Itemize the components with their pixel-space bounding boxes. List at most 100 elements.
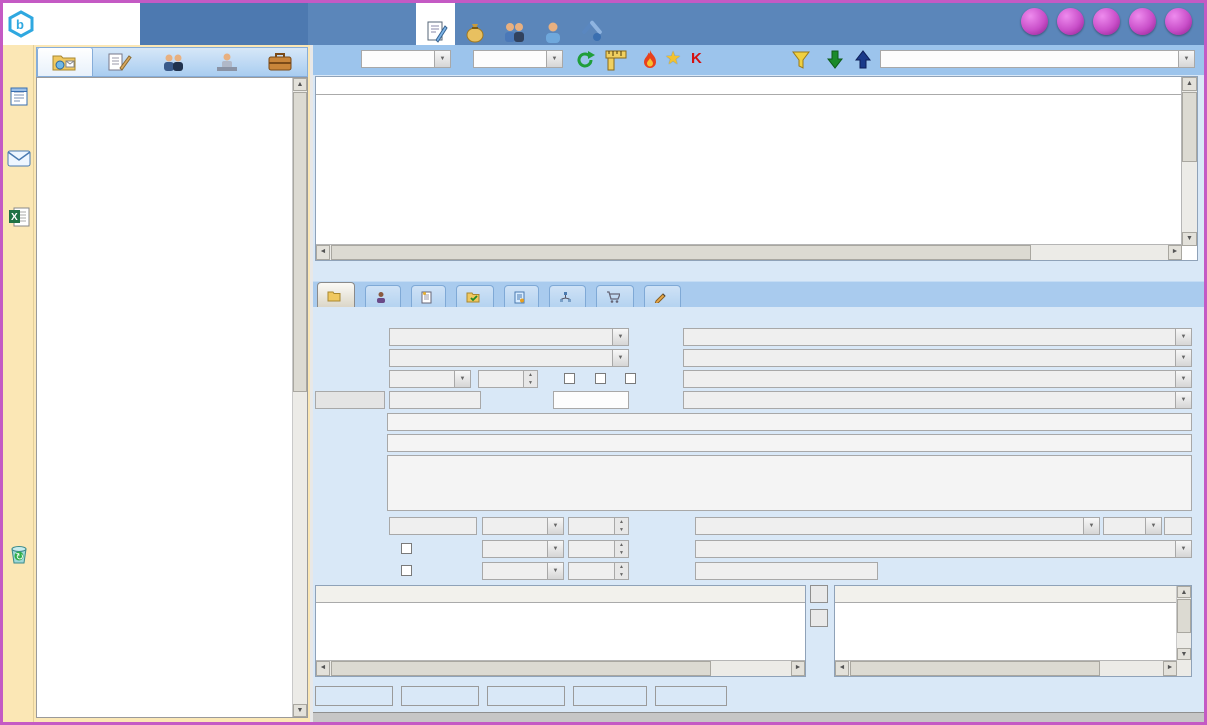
flag-p-checkbox[interactable] [595, 373, 606, 384]
scroll-up-arrow[interactable]: ▲ [1177, 586, 1191, 598]
scroll-thumb[interactable] [850, 661, 1100, 676]
date-from-input[interactable]: ▼ [361, 50, 451, 68]
refresh-icon[interactable] [575, 50, 595, 70]
result-time-spinner[interactable] [1164, 517, 1192, 535]
move-left-button[interactable] [810, 585, 828, 603]
tab-requests[interactable] [596, 285, 634, 308]
on-control-time-spinner[interactable]: ▲▼ [568, 540, 629, 558]
move-right-button[interactable] [810, 609, 828, 627]
on-control-checkbox[interactable] [401, 543, 412, 554]
k-filter-icon[interactable]: K [691, 50, 702, 67]
theme-field[interactable] [387, 413, 1192, 431]
scroll-thumb[interactable] [293, 92, 307, 392]
signatures-horizontal-scrollbar[interactable]: ◄ ► [316, 660, 805, 676]
stage-field[interactable] [389, 517, 477, 535]
propose-button[interactable] [315, 686, 393, 706]
scroll-down-arrow[interactable]: ▼ [1177, 648, 1191, 660]
scroll-right-arrow[interactable]: ► [1168, 245, 1182, 260]
delete-button[interactable]: ↻ [3, 543, 34, 570]
dropdown-arrow-icon[interactable]: ▼ [434, 51, 450, 67]
tree-vertical-scrollbar[interactable]: ▲ ▼ [292, 78, 307, 717]
project-select[interactable]: ▼ [683, 370, 1192, 388]
copies-horizontal-scrollbar[interactable]: ◄ ► [835, 660, 1177, 676]
send-button[interactable] [3, 149, 34, 172]
ruler-icon[interactable] [605, 49, 627, 71]
module-docflow[interactable] [416, 3, 455, 45]
info-button[interactable] [1057, 8, 1084, 35]
stage-date-select[interactable]: ▼ [482, 517, 564, 535]
time-reg-spinner[interactable]: ▲▼ [478, 370, 538, 388]
archive-button[interactable] [655, 686, 727, 706]
date-to-input[interactable]: ▼ [473, 50, 563, 68]
status-k-field[interactable] [695, 562, 878, 580]
funnel-icon[interactable] [791, 50, 811, 70]
tab-events[interactable] [644, 285, 681, 308]
tree-tab-assistants[interactable] [200, 48, 254, 76]
reject-button[interactable] [573, 686, 647, 706]
scope-select[interactable]: ▼ [880, 50, 1195, 68]
tab-participation[interactable] [365, 285, 401, 308]
scroll-up-arrow[interactable]: ▲ [1182, 77, 1197, 91]
module-budget[interactable] [455, 3, 494, 45]
to-excel-button[interactable]: X [3, 207, 34, 232]
scroll-up-arrow[interactable]: ▲ [293, 78, 307, 91]
off-control-checkbox[interactable] [401, 565, 412, 576]
scroll-thumb[interactable] [1177, 599, 1191, 633]
table-vertical-scrollbar[interactable]: ▲ ▼ [1181, 77, 1197, 246]
scroll-down-arrow[interactable]: ▼ [1182, 232, 1197, 246]
tab-tasks[interactable] [504, 285, 539, 308]
module-staff[interactable] [533, 3, 572, 45]
sign-button[interactable] [401, 686, 479, 706]
initiator-select[interactable]: ▼ [389, 328, 629, 346]
activate-button[interactable] [487, 686, 565, 706]
scroll-left-arrow[interactable]: ◄ [835, 661, 849, 676]
scroll-left-arrow[interactable]: ◄ [316, 245, 330, 260]
reg-num-field[interactable] [389, 391, 481, 409]
case-select[interactable]: ▼ [683, 349, 1192, 367]
scroll-thumb[interactable] [331, 245, 1031, 260]
tree-tab-cases[interactable] [253, 48, 307, 76]
reg-num-button[interactable] [315, 391, 385, 409]
arrow-up-icon[interactable] [855, 50, 871, 69]
tab-files[interactable] [456, 285, 494, 308]
tab-links[interactable] [549, 285, 586, 308]
favorite-star-icon[interactable]: ★ [665, 48, 681, 69]
stage-time-spinner[interactable]: ▲▼ [568, 517, 629, 535]
scroll-down-arrow[interactable]: ▼ [293, 704, 307, 717]
client-select[interactable]: ▼ [683, 391, 1192, 409]
scroll-thumb[interactable] [1182, 92, 1197, 162]
executor-select[interactable]: ▼ [389, 349, 629, 367]
arrow-down-icon[interactable] [827, 50, 843, 69]
date-reg-select[interactable]: ▼ [389, 370, 471, 388]
table-horizontal-scrollbar[interactable]: ◄ ► [316, 244, 1182, 260]
controller-select[interactable]: ▼ [695, 540, 1192, 558]
description-field[interactable] [387, 455, 1192, 511]
scroll-left-arrow[interactable]: ◄ [316, 661, 330, 676]
maximize-button[interactable] [1129, 8, 1156, 35]
type-select[interactable]: ▼ [683, 328, 1192, 346]
result-select[interactable]: ▼ [695, 517, 1100, 535]
fire-icon[interactable] [641, 49, 659, 71]
off-control-date-select[interactable]: ▼ [482, 562, 564, 580]
dropdown-arrow-icon[interactable]: ▼ [1178, 51, 1194, 67]
close-button[interactable] [1165, 8, 1192, 35]
flag-v-checkbox[interactable] [564, 373, 575, 384]
module-crm[interactable] [494, 3, 533, 45]
minimize-button[interactable] [1093, 8, 1120, 35]
scroll-thumb[interactable] [331, 661, 711, 676]
module-tuning[interactable] [572, 3, 611, 45]
help-button[interactable] [1021, 8, 1048, 35]
tab-document[interactable] [411, 285, 446, 308]
new-card-button[interactable] [3, 87, 34, 112]
copies-vertical-scrollbar[interactable]: ▲ ▼ [1176, 586, 1191, 676]
tab-cover[interactable] [317, 282, 355, 308]
scroll-right-arrow[interactable]: ► [791, 661, 805, 676]
on-control-date-select[interactable]: ▼ [482, 540, 564, 558]
scroll-right-arrow[interactable]: ► [1163, 661, 1177, 676]
tree-tab-journal[interactable] [93, 48, 147, 76]
tree-tab-documents[interactable] [37, 47, 93, 76]
basis-field[interactable] [387, 434, 1192, 452]
tree-tab-contacts[interactable] [146, 48, 200, 76]
off-control-time-spinner[interactable]: ▲▼ [568, 562, 629, 580]
dropdown-arrow-icon[interactable]: ▼ [546, 51, 562, 67]
